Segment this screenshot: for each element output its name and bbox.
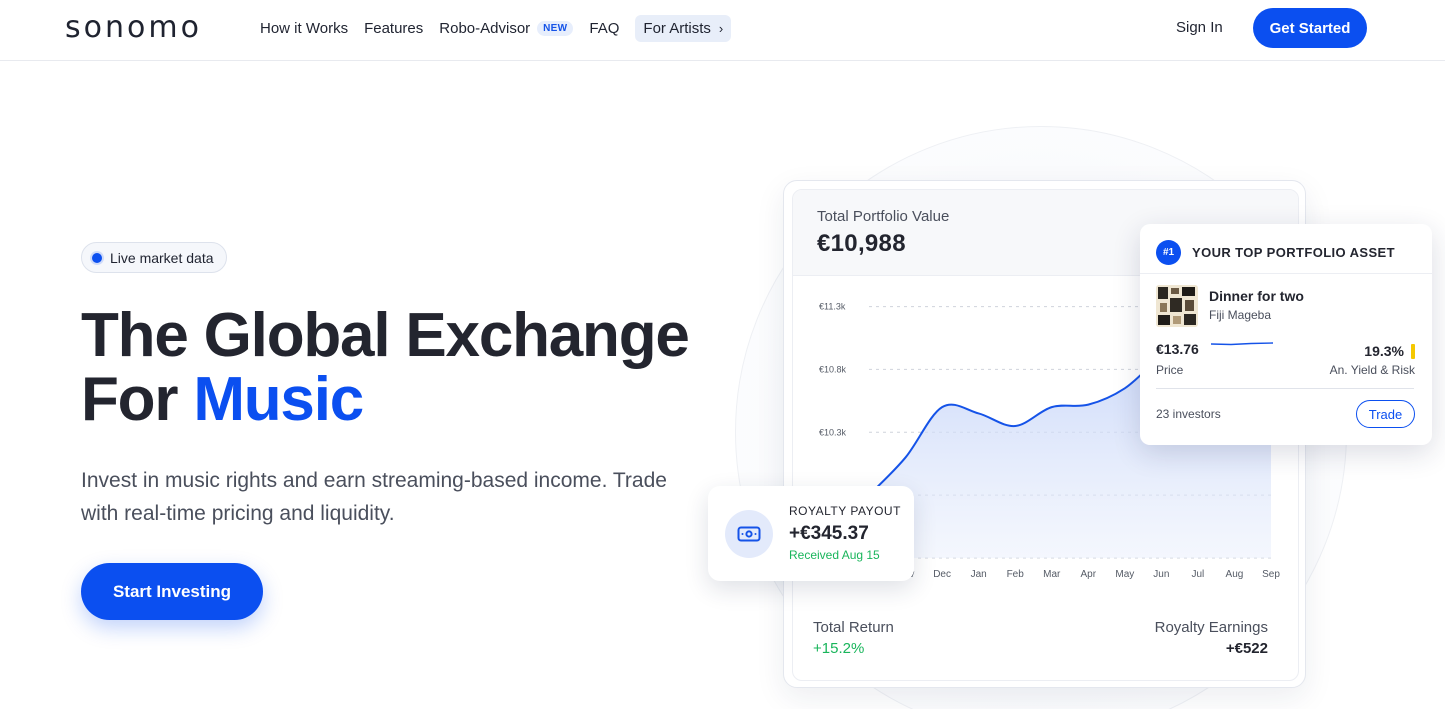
y-tick-label: €10.8k bbox=[819, 364, 847, 374]
portfolio-value: €10,988 bbox=[817, 230, 906, 257]
total-return-value: +15.2% bbox=[813, 640, 865, 657]
asset-yield: 19.3% bbox=[1364, 343, 1404, 359]
x-tick-label: Jan bbox=[971, 569, 987, 580]
nav-robo-advisor[interactable]: Robo-Advisor NEW bbox=[439, 19, 574, 37]
x-tick-label: Dec bbox=[933, 569, 951, 580]
x-tick-label: Aug bbox=[1226, 569, 1244, 580]
y-tick-label: €11.3k bbox=[819, 302, 846, 312]
x-tick-label: May bbox=[1115, 569, 1134, 580]
x-tick-label: Mar bbox=[1043, 569, 1061, 580]
hero-subtext: Invest in music rights and earn streamin… bbox=[81, 469, 667, 525]
total-return-label: Total Return bbox=[813, 619, 894, 636]
nav-robo-advisor-label: Robo-Advisor bbox=[439, 19, 531, 37]
royalty-payout-value: +€345.37 bbox=[789, 523, 869, 544]
portfolio-value-label: Total Portfolio Value bbox=[817, 208, 950, 225]
banknote-icon bbox=[725, 510, 773, 558]
rank-badge: #1 bbox=[1156, 240, 1181, 265]
artist-name: Fiji Mageba bbox=[1209, 308, 1272, 322]
divider bbox=[1156, 388, 1414, 389]
top-asset-card: #1 YOUR TOP PORTFOLIO ASSET Dinner for t… bbox=[1140, 224, 1432, 445]
live-dot-icon bbox=[92, 252, 102, 263]
start-investing-button[interactable]: Start Investing bbox=[81, 563, 263, 620]
royalty-earnings-label: Royalty Earnings bbox=[1154, 619, 1268, 636]
asset-yield-label: An. Yield & Risk bbox=[1329, 363, 1415, 377]
x-tick-label: Sep bbox=[1262, 569, 1280, 580]
song-title: Dinner for two bbox=[1209, 288, 1304, 304]
x-tick-label: Apr bbox=[1080, 569, 1096, 580]
nav-for-artists-label: For Artists bbox=[643, 19, 711, 37]
logo[interactable]: sonomo bbox=[65, 10, 202, 45]
headline-line-2: For Music bbox=[81, 368, 689, 432]
headline-prefix: For bbox=[81, 365, 194, 434]
x-tick-label: Feb bbox=[1007, 569, 1025, 580]
get-started-button[interactable]: Get Started bbox=[1253, 8, 1367, 48]
x-tick-label: Jul bbox=[1192, 569, 1205, 580]
asset-price-label: Price bbox=[1156, 363, 1184, 377]
y-tick-label: €10.3k bbox=[819, 427, 847, 437]
top-asset-title: YOUR TOP PORTFOLIO ASSET bbox=[1192, 245, 1395, 260]
chevron-right-icon: › bbox=[718, 20, 724, 36]
top-nav: sonomo How it Works Features Robo-Adviso… bbox=[0, 0, 1445, 61]
trade-button[interactable]: Trade bbox=[1356, 400, 1415, 428]
top-asset-body: Dinner for two Fiji Mageba €13.76 Price … bbox=[1148, 274, 1424, 437]
nav-for-artists[interactable]: For Artists › bbox=[635, 14, 732, 42]
nav-features[interactable]: Features bbox=[364, 20, 423, 37]
asset-price: €13.76 bbox=[1156, 341, 1199, 357]
new-badge: NEW bbox=[537, 20, 574, 36]
royalty-payout-card: ROYALTY PAYOUT +€345.37 Received Aug 15 bbox=[708, 486, 914, 581]
headline-line-1: The Global Exchange bbox=[81, 301, 690, 370]
sparkline bbox=[1211, 342, 1273, 346]
nav-how-it-works[interactable]: How it Works bbox=[260, 20, 348, 37]
album-art bbox=[1156, 285, 1198, 327]
x-tick-label: Jun bbox=[1153, 569, 1169, 580]
royalty-earnings-value: +€522 bbox=[1225, 640, 1268, 657]
royalty-payout-date: Received Aug 15 bbox=[789, 548, 880, 562]
live-market-label: Live market data bbox=[110, 249, 214, 266]
sign-in-link[interactable]: Sign In bbox=[1176, 19, 1223, 36]
investor-count: 23 investors bbox=[1156, 407, 1221, 421]
top-asset-header: #1 YOUR TOP PORTFOLIO ASSET bbox=[1140, 224, 1432, 274]
hero-headline: The Global Exchange For Music bbox=[81, 301, 690, 432]
risk-indicator bbox=[1411, 344, 1415, 359]
headline-accent: Music bbox=[193, 365, 364, 434]
nav-faq[interactable]: FAQ bbox=[589, 20, 619, 37]
live-market-chip: Live market data bbox=[81, 242, 227, 273]
royalty-payout-label: ROYALTY PAYOUT bbox=[789, 504, 901, 518]
nav-links: How it Works Features Robo-Advisor NEW F… bbox=[260, 14, 732, 42]
